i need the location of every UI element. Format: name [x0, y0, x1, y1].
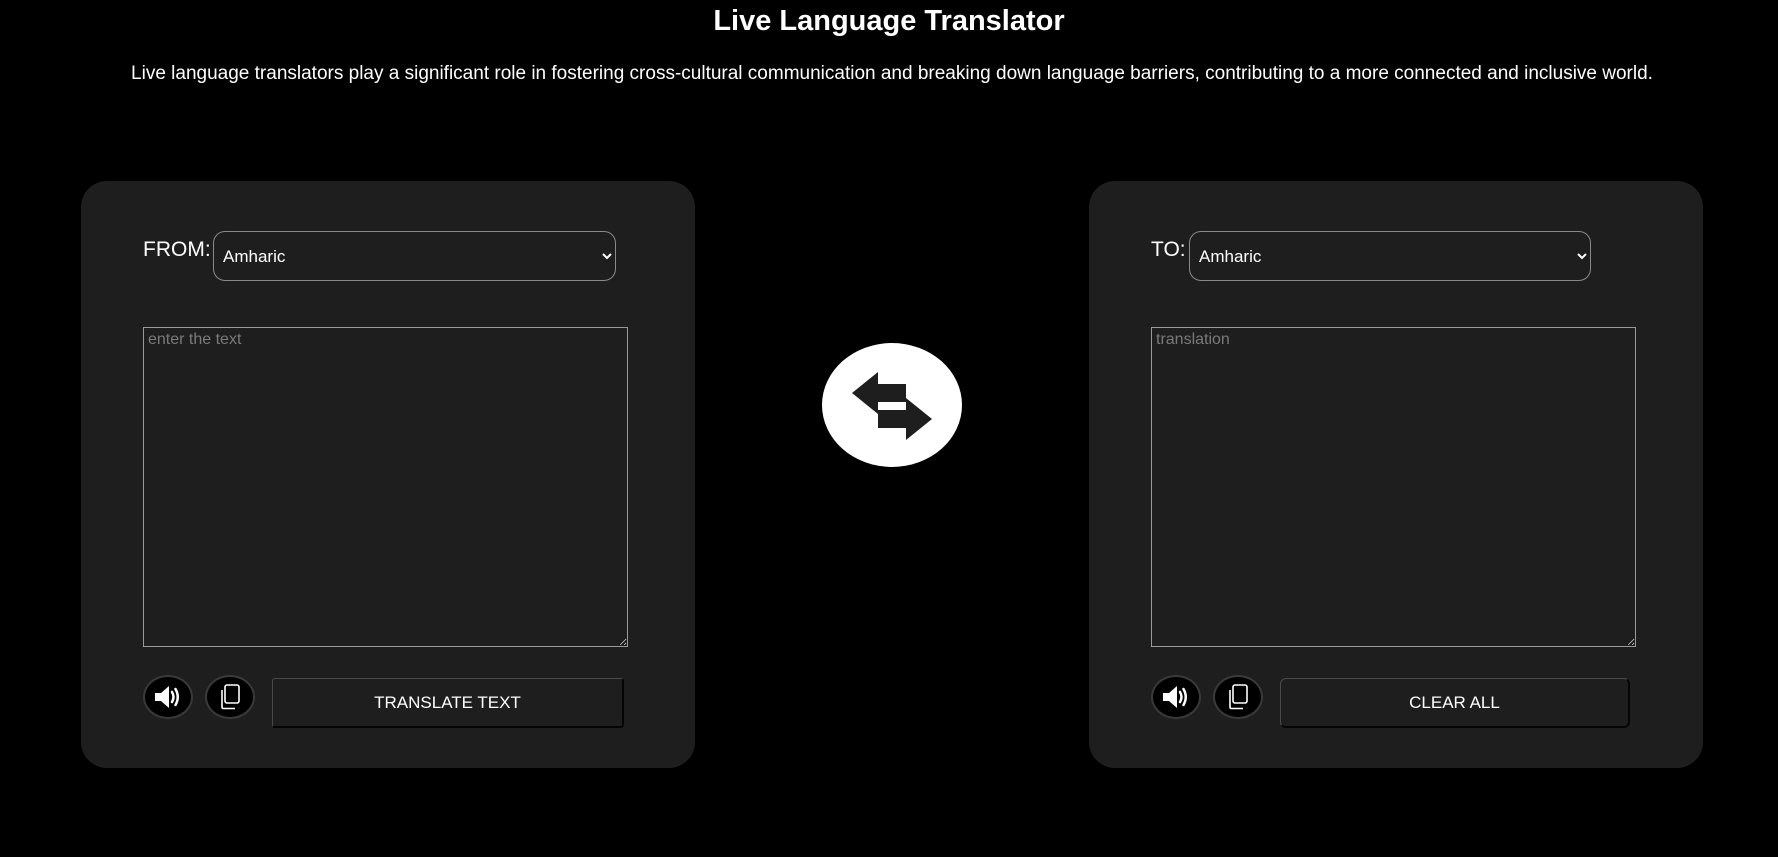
- to-label: TO:: [1151, 238, 1186, 261]
- target-copy-button[interactable]: [1213, 675, 1263, 719]
- target-speak-button[interactable]: [1151, 675, 1201, 719]
- translation-output[interactable]: [1151, 327, 1636, 647]
- source-text-input[interactable]: [143, 327, 628, 647]
- speaker-icon: [1163, 686, 1187, 708]
- copy-icon: [1229, 684, 1248, 710]
- page-description: Live language translators play a signifi…: [131, 63, 1653, 84]
- target-language-select[interactable]: Amharic: [1189, 231, 1591, 281]
- speaker-icon: [155, 686, 179, 708]
- translate-button[interactable]: TRANSLATE TEXT: [272, 678, 624, 728]
- translator-page: Live Language Translator Live language t…: [0, 0, 1778, 857]
- swap-arrows-icon: [852, 372, 932, 440]
- clear-all-button[interactable]: CLEAR ALL: [1280, 678, 1630, 728]
- source-panel: FROM: Amharic TRANSLATE TEXT: [81, 181, 695, 768]
- from-label: FROM:: [143, 238, 211, 261]
- target-panel: TO: Amharic CLEAR ALL: [1089, 181, 1703, 768]
- source-speak-button[interactable]: [143, 675, 193, 719]
- copy-icon: [221, 684, 240, 710]
- swap-languages-button[interactable]: [822, 343, 962, 467]
- source-copy-button[interactable]: [205, 675, 255, 719]
- page-title: Live Language Translator: [713, 5, 1065, 37]
- source-language-select[interactable]: Amharic: [213, 231, 616, 281]
